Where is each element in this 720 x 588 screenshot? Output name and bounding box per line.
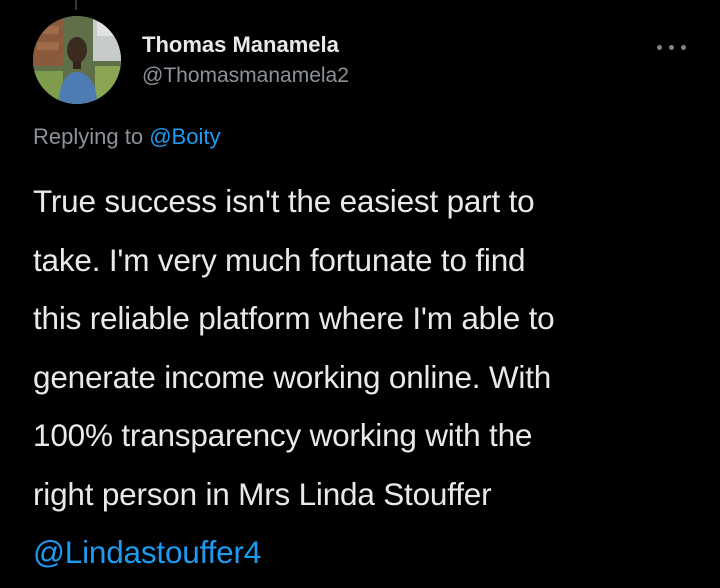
avatar[interactable] bbox=[33, 16, 121, 104]
tweet-text-line: take. I'm very much fortunate to find bbox=[33, 241, 526, 278]
tweet-text-line: this reliable platform where I'm able to bbox=[33, 300, 555, 336]
tweet-text-line: generate income working online. With bbox=[33, 358, 552, 395]
thread-connector-line bbox=[75, 0, 77, 10]
ellipsis-dot bbox=[669, 45, 674, 50]
author-display-name[interactable]: Thomas Manamela bbox=[142, 32, 339, 58]
ellipsis-dot bbox=[681, 45, 686, 50]
tweet-text-line: 100% transparency working with the bbox=[33, 417, 533, 453]
tweet-text-line: True success isn't the easiest part to bbox=[33, 183, 535, 219]
ellipsis-dot bbox=[657, 45, 662, 50]
author-handle[interactable]: @Thomasmanamela2 bbox=[142, 64, 349, 88]
replying-to-label: Replying to bbox=[33, 124, 144, 149]
mention-link[interactable]: @Lindastouffer4 bbox=[33, 523, 703, 582]
ellipsis-icon[interactable] bbox=[655, 40, 689, 54]
replying-to-mention-link[interactable]: @Boity bbox=[149, 124, 220, 149]
tweet-text-line: right person in Mrs Linda Stouffer bbox=[33, 475, 492, 512]
user-photo bbox=[33, 16, 121, 104]
replying-to: Replying to @Boity bbox=[33, 124, 220, 150]
tweet-text: True success isn't the easiest part to t… bbox=[33, 172, 703, 582]
